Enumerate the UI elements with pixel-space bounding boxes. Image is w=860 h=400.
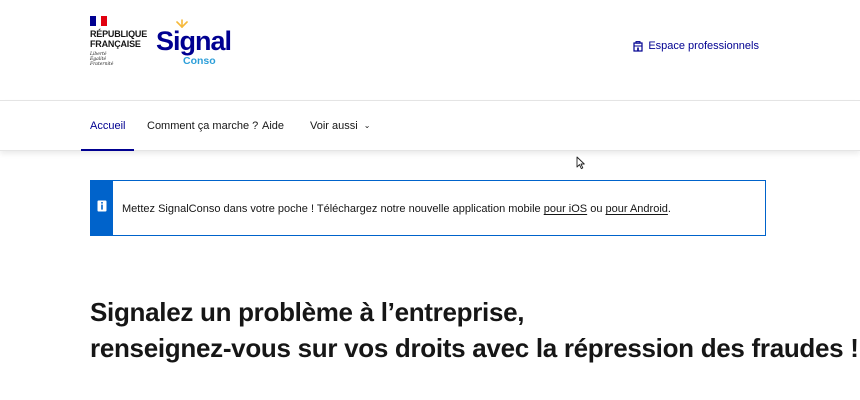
notice-text-before: Mettez SignalConso dans votre poche ! Té… — [122, 203, 544, 215]
mobile-app-notice: Mettez SignalConso dans votre poche ! Té… — [90, 180, 766, 236]
nav-item-voir-aussi-label: Voir aussi — [310, 120, 358, 132]
nav-item-accueil[interactable]: Accueil — [80, 101, 136, 151]
nav-item-aide[interactable]: Aide — [262, 101, 284, 151]
mouse-cursor-icon — [576, 156, 585, 170]
page-title: Signalez un problème à l’entreprise, ren… — [90, 294, 859, 366]
logo-conso-text: Conso — [183, 55, 216, 67]
notice-text-after: . — [667, 203, 671, 215]
ios-app-link[interactable]: pour iOS — [544, 203, 587, 215]
republic-name-line1: RÉPUBLIQUE — [90, 29, 148, 39]
page-title-line2: renseignez-vous sur vos droits avec la r… — [90, 333, 859, 363]
republique-francaise-logo[interactable]: RÉPUBLIQUE FRANÇAISE Liberté Égalité Fra… — [90, 16, 150, 67]
signalconso-logo[interactable]: Signal Conso — [156, 19, 232, 70]
espace-professionnels-label: Espace professionnels — [648, 40, 759, 52]
chevron-down-icon: ⌄ — [363, 121, 371, 130]
android-app-link[interactable]: pour Android — [606, 203, 668, 215]
page-title-line1: Signalez un problème à l’entreprise, — [90, 297, 525, 327]
nav-item-comment-ca-marche[interactable]: Comment ça marche ? — [147, 101, 258, 151]
site-header: RÉPUBLIQUE FRANÇAISE Liberté Égalité Fra… — [0, 0, 860, 101]
marianne-flag-icon — [90, 16, 108, 26]
building-icon — [633, 40, 643, 52]
espace-professionnels-link[interactable]: Espace professionnels — [633, 40, 759, 52]
info-icon — [97, 200, 107, 212]
notice-accent-bar — [91, 181, 113, 235]
logo-signal-text: Signal — [156, 26, 232, 56]
notice-message: Mettez SignalConso dans votre poche ! Té… — [122, 203, 671, 215]
motto-fraternite: Fraternité — [90, 62, 114, 67]
nav-item-voir-aussi[interactable]: Voir aussi ⌄ — [310, 101, 370, 151]
republic-name-line2: FRANÇAISE — [90, 39, 141, 49]
main-navigation: Accueil Comment ça marche ? Aide Voir au… — [0, 101, 860, 151]
republic-motto: Liberté Égalité Fraternité — [90, 52, 150, 67]
notice-text-middle: ou — [587, 203, 606, 215]
